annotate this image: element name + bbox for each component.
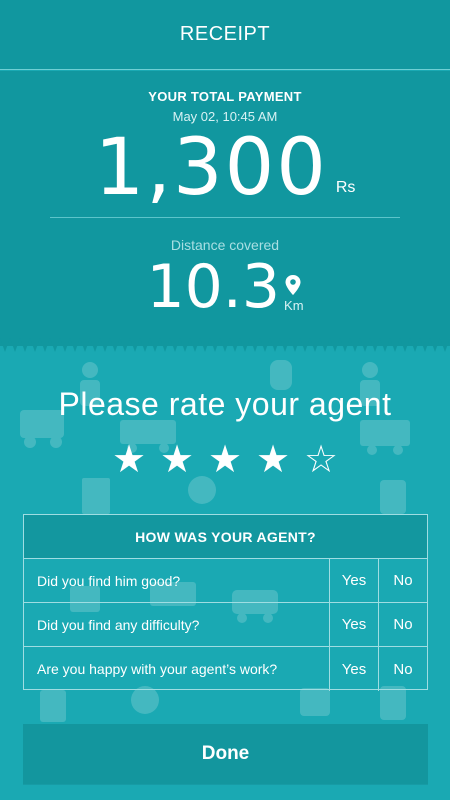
distance-meta: Km	[284, 274, 304, 313]
divider	[50, 217, 400, 218]
star-filled-icon[interactable]: ★	[154, 440, 200, 478]
survey-title: HOW WAS YOUR AGENT?	[24, 515, 427, 559]
payment-summary: YOUR TOTAL PAYMENT May 02, 10:45 AM 1,30…	[0, 71, 450, 346]
star-filled-icon[interactable]: ★	[202, 440, 248, 478]
no-option[interactable]: No	[378, 603, 427, 646]
no-option[interactable]: No	[378, 647, 427, 691]
yes-option[interactable]: Yes	[329, 603, 378, 646]
distance-label: Distance covered	[170, 237, 280, 253]
location-pin-icon	[285, 275, 301, 295]
amount-row: 1,300 Rs	[0, 129, 450, 207]
star-rating[interactable]: ★ ★ ★ ★ ☆	[0, 440, 450, 478]
star-empty-icon[interactable]: ☆	[298, 440, 344, 478]
currency-label: Rs	[335, 179, 356, 196]
star-filled-icon[interactable]: ★	[106, 440, 152, 478]
payment-label: YOUR TOTAL PAYMENT	[148, 89, 302, 104]
yes-option[interactable]: Yes	[329, 647, 378, 691]
rate-agent-title: Please rate your agent	[58, 386, 392, 422]
agent-survey: HOW WAS YOUR AGENT? Did you find him goo…	[23, 514, 428, 691]
distance-value: 10.3	[146, 252, 281, 322]
survey-row: Did you find any difficulty? Yes No	[24, 603, 427, 647]
app-header: RECEIPT	[0, 0, 450, 70]
survey-row: Are you happy with your agent’s work? Ye…	[24, 647, 427, 691]
star-filled-icon[interactable]: ★	[250, 440, 296, 478]
page-title: RECEIPT	[179, 23, 271, 45]
distance-unit: Km	[284, 298, 304, 313]
survey-row: Did you find him good? Yes No	[24, 559, 427, 603]
survey-question: Did you find him good?	[37, 572, 181, 589]
distance-row: 10.3 Km	[0, 257, 450, 317]
no-option[interactable]: No	[378, 559, 427, 602]
yes-option[interactable]: Yes	[329, 559, 378, 602]
payment-amount: 1,300	[94, 123, 328, 213]
survey-question: Did you find any difficulty?	[37, 616, 200, 633]
payment-date: May 02, 10:45 AM	[172, 109, 278, 124]
survey-question: Are you happy with your agent’s work?	[37, 661, 278, 677]
done-button[interactable]: Done	[23, 724, 428, 784]
